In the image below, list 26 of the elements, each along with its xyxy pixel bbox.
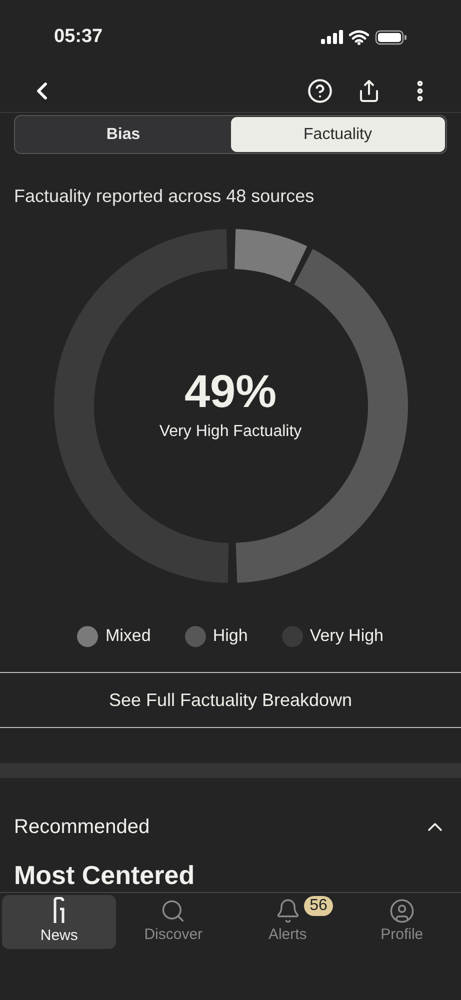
help-icon[interactable] <box>307 78 333 104</box>
section-title: Recommended <box>14 815 150 840</box>
tab-bar-item[interactable]: Profile <box>344 895 459 949</box>
search-icon <box>160 898 186 924</box>
summary-text: Factuality reported across 48 sources <box>13 185 316 208</box>
tab-bar-item[interactable]: News <box>2 895 116 949</box>
segment-tab[interactable]: Bias <box>16 117 230 152</box>
share-icon[interactable] <box>357 79 381 103</box>
wifi-icon <box>349 30 369 44</box>
breakdown-button[interactable]: See Full Factuality Breakdown <box>0 672 461 728</box>
status-time: 05:37 <box>54 24 103 49</box>
tab-bar-item[interactable]: Discover <box>116 895 230 949</box>
signal-icon <box>321 30 343 44</box>
section-subtitle: Most Centered <box>14 860 195 890</box>
legend-label: Very High <box>310 625 384 648</box>
notification-badge: 56 <box>304 896 334 916</box>
percentage-caption: Very High Factuality <box>159 422 302 442</box>
profile-icon <box>388 898 415 924</box>
legend-label: Mixed <box>105 625 151 648</box>
battery-icon <box>375 30 407 44</box>
legend-label: High <box>212 625 248 648</box>
bell-icon <box>274 898 301 924</box>
logo-icon <box>52 896 66 925</box>
segment-tab[interactable]: Factuality <box>230 117 445 152</box>
percentage-value: 49% <box>184 368 277 414</box>
tab-bar-item[interactable]: Alerts 56 <box>230 895 345 949</box>
